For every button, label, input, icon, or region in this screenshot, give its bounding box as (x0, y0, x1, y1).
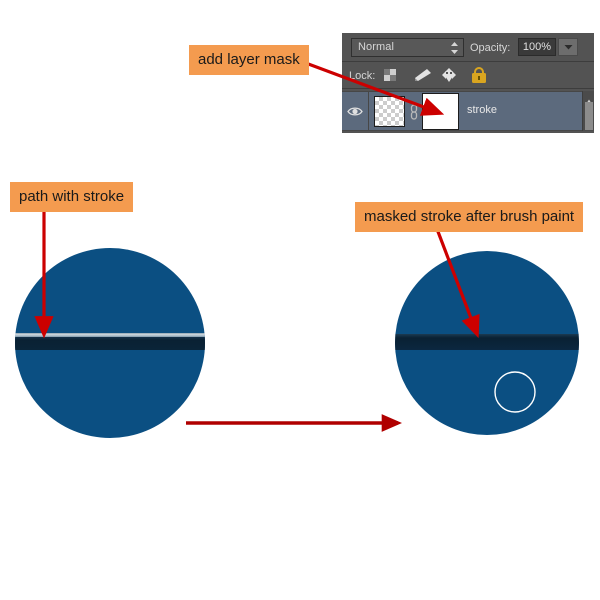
right-circle-group (395, 251, 579, 435)
callout-path-with-stroke: path with stroke (10, 182, 134, 212)
callout-add-layer-mask: add layer mask (189, 45, 309, 75)
left-circle-group (15, 248, 205, 438)
callout-masked-stroke: masked stroke after brush paint (355, 202, 584, 232)
illustration-artwork (15, 60, 579, 438)
screenshot-canvas: Normal Opacity: 100% Lock: stroke add la… (0, 0, 600, 600)
add-layer-mask-arrow (302, 60, 445, 116)
stroke-band-dark-masked (395, 334, 579, 350)
stroke-band-highlight (15, 333, 205, 337)
stroke-band-dark (15, 337, 205, 350)
